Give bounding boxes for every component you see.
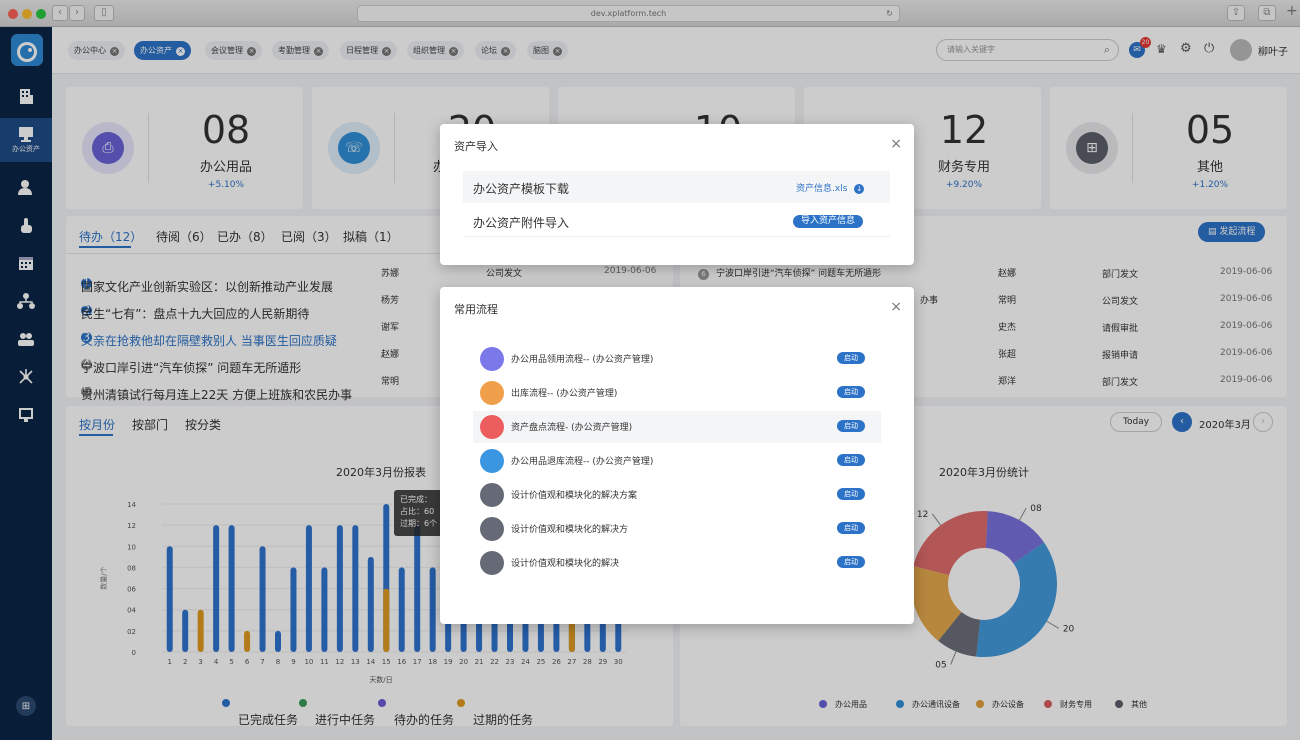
flow-item[interactable]: 设计价值观和模块化的解决方案 启动 bbox=[473, 479, 881, 511]
flow-label: 资产盘点流程- (办公资产管理) bbox=[511, 423, 633, 433]
grid-icon bbox=[480, 517, 504, 541]
flow-item[interactable]: 设计价值观和模块化的解决 启动 bbox=[473, 547, 881, 579]
flow-item[interactable]: 出库流程-- (办公资产管理) 启动 bbox=[473, 377, 881, 409]
download-icon: ↓ bbox=[854, 184, 865, 194]
attachment-import-row: 办公资产附件导入 导入资产信息 bbox=[463, 205, 890, 237]
row-label: 办公资产附件导入 bbox=[473, 216, 570, 230]
flow-item[interactable]: 办公用品退库流程-- (办公资产管理) 启动 bbox=[473, 445, 881, 477]
dialog-title: 常用流程 bbox=[454, 303, 498, 316]
close-icon[interactable]: × bbox=[890, 136, 902, 152]
common-flows-dialog: 常用流程 × 办公用品领用流程-- (办公资产管理) 启动 出库流程-- (办公资… bbox=[440, 287, 914, 624]
outbound-icon bbox=[480, 381, 504, 405]
flow-item[interactable]: 设计价值观和模块化的解决方 启动 bbox=[473, 513, 881, 545]
start-button[interactable]: 启动 bbox=[837, 454, 865, 466]
start-button[interactable]: 启动 bbox=[837, 420, 865, 432]
flow-item[interactable]: 办公用品领用流程-- (办公资产管理) 启动 bbox=[473, 343, 881, 375]
flow-label: 办公用品领用流程-- (办公资产管理) bbox=[511, 355, 654, 365]
start-button[interactable]: 启动 bbox=[837, 522, 865, 534]
flow-item[interactable]: 资产盘点流程- (办公资产管理) 启动 bbox=[473, 411, 881, 443]
start-button[interactable]: 启动 bbox=[837, 556, 865, 568]
flow-label: 设计价值观和模块化的解决 bbox=[511, 559, 620, 569]
start-button[interactable]: 启动 bbox=[837, 488, 865, 500]
return-icon bbox=[480, 449, 504, 473]
flow-label: 设计价值观和模块化的解决方案 bbox=[511, 491, 638, 501]
start-button[interactable]: 启动 bbox=[837, 386, 865, 398]
grid-icon bbox=[480, 483, 504, 507]
inventory-icon bbox=[480, 415, 504, 439]
start-button[interactable]: 启动 bbox=[837, 352, 865, 364]
row-label: 办公资产模板下载 bbox=[473, 182, 570, 196]
download-link[interactable]: 资产信息.xls ↓ bbox=[796, 181, 865, 194]
dialog-title: 资产导入 bbox=[454, 140, 498, 153]
grid-icon bbox=[480, 551, 504, 575]
import-asset-button[interactable]: 导入资产信息 bbox=[793, 215, 864, 228]
close-icon[interactable]: × bbox=[890, 299, 902, 315]
link-text: 资产信息.xls bbox=[796, 184, 848, 194]
flow-label: 设计价值观和模块化的解决方 bbox=[511, 525, 629, 535]
flow-label: 办公用品退库流程-- (办公资产管理) bbox=[511, 457, 654, 467]
printer-icon bbox=[480, 347, 504, 371]
asset-import-dialog: 资产导入 × 办公资产模板下载 资产信息.xls ↓ 办公资产附件导入 导入资产… bbox=[440, 124, 914, 265]
template-download-row: 办公资产模板下载 资产信息.xls ↓ bbox=[463, 171, 890, 203]
flow-label: 出库流程-- (办公资产管理) bbox=[511, 389, 618, 399]
